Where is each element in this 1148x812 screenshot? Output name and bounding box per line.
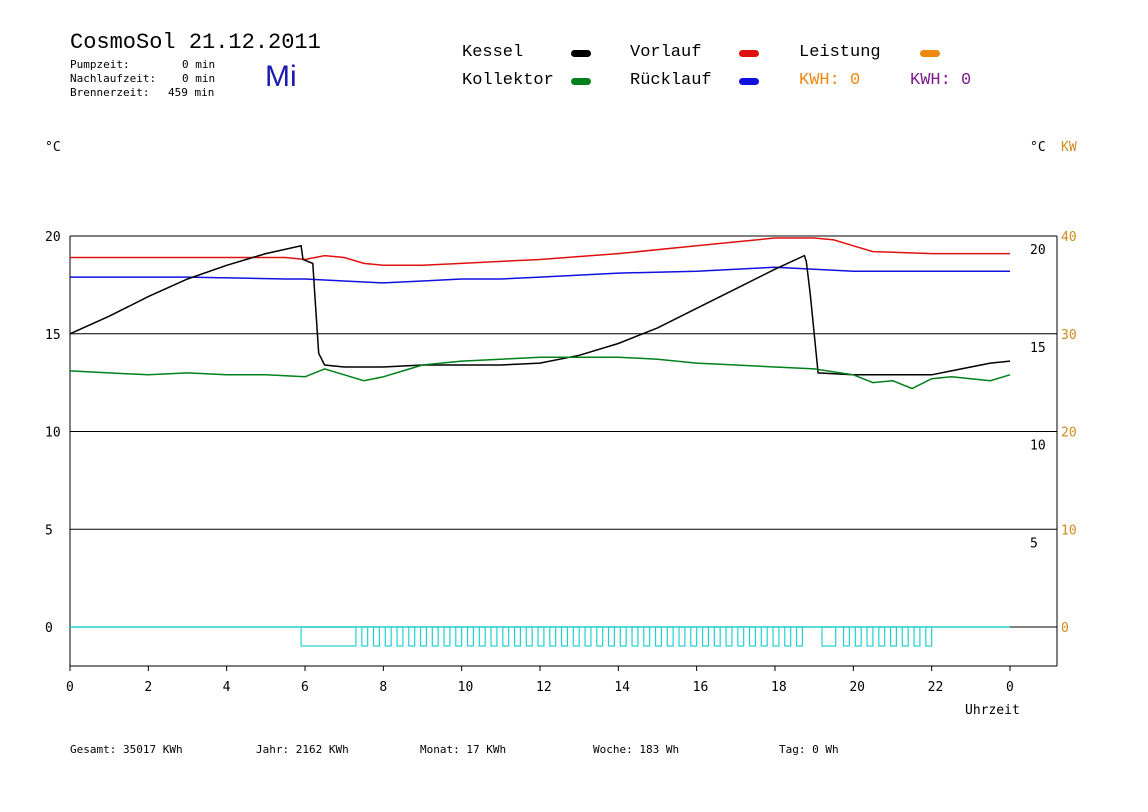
pump-segment xyxy=(431,626,439,647)
pump-segment xyxy=(572,626,580,647)
pump-segment xyxy=(866,626,874,647)
y-right-tick-label: 5 xyxy=(1030,536,1038,551)
x-tick-label: 10 xyxy=(458,680,474,695)
pump-segment xyxy=(713,626,721,647)
pump-segment xyxy=(466,626,475,647)
temperature-chart: 0 5 10 15 20 5 10 15 20 0 10 20 30 40 0 2 4 6 8 10 12 14 16 18 2… xyxy=(45,230,1077,718)
series-line-kollektor xyxy=(69,356,1011,390)
pump-segment xyxy=(443,626,451,647)
pump-segment xyxy=(584,626,592,647)
footer-gesamt: Gesamt: 35017 KWh xyxy=(70,743,183,756)
pump-segment xyxy=(478,626,486,647)
x-tick-label: 18 xyxy=(771,680,787,695)
pump-activity xyxy=(70,626,1010,647)
x-tick-label: 12 xyxy=(536,680,552,695)
pump-segment xyxy=(525,626,533,647)
y-tick-label: 0 xyxy=(45,621,53,636)
pump-segment xyxy=(842,626,851,647)
pump-segment xyxy=(737,626,745,647)
pump-segment xyxy=(502,626,510,647)
chart-grid xyxy=(69,235,1058,667)
pump-segment xyxy=(678,626,686,647)
pump-segment xyxy=(419,626,428,647)
chart-ticks: 0 5 10 15 20 5 10 15 20 0 10 20 30 40 0 2 4 6 8 10 12 14 16 18 2… xyxy=(45,230,1077,695)
series-line-kessel xyxy=(69,244,1011,376)
x-tick-label: 14 xyxy=(614,680,630,695)
x-tick-label: 20 xyxy=(849,680,865,695)
y-tick-label: 15 xyxy=(45,328,61,343)
kw-tick-label: 20 xyxy=(1061,426,1077,441)
pump-segment xyxy=(607,626,616,647)
x-axis-label: Uhrzeit xyxy=(965,703,1020,718)
footer-tag: Tag: 0 Wh xyxy=(779,743,839,756)
pump-segment xyxy=(384,626,392,647)
pump-segment xyxy=(854,626,862,647)
footer-jahr: Jahr: 2162 KWh xyxy=(256,743,349,756)
pump-segment xyxy=(619,626,627,647)
pump-segment xyxy=(690,626,698,647)
pump-segment xyxy=(760,626,768,647)
pump-segment xyxy=(748,626,757,647)
pump-segment xyxy=(455,626,463,647)
pump-segment xyxy=(537,626,545,647)
pump-segment xyxy=(666,626,674,647)
y-right-tick-label: 10 xyxy=(1030,439,1046,454)
pump-segment xyxy=(300,626,357,647)
pump-segment xyxy=(596,626,604,647)
x-tick-label: 6 xyxy=(301,680,309,695)
pump-segment xyxy=(408,626,416,647)
pump-segment xyxy=(396,626,404,647)
chart-series xyxy=(69,237,1011,390)
pump-segment xyxy=(889,626,898,647)
kw-tick-label: 30 xyxy=(1061,328,1077,343)
x-tick-label: 0 xyxy=(66,680,74,695)
kw-tick-label: 40 xyxy=(1061,230,1077,245)
pump-segment xyxy=(795,626,804,647)
series-line-rücklauf xyxy=(70,266,1010,284)
y-right-tick-label: 15 xyxy=(1030,341,1046,356)
footer-woche: Woche: 183 Wh xyxy=(593,743,680,756)
pump-segment xyxy=(701,626,710,647)
x-tick-label: 22 xyxy=(928,680,944,695)
pump-segment xyxy=(654,626,663,647)
y-tick-label: 20 xyxy=(45,230,61,245)
series-line-vorlauf xyxy=(70,237,1010,267)
y-tick-label: 5 xyxy=(45,523,53,538)
kw-tick-label: 0 xyxy=(1061,621,1069,636)
footer-monat: Monat: 17 KWh xyxy=(420,743,507,756)
x-tick-label: 0 xyxy=(1006,680,1014,695)
y-right-tick-label: 20 xyxy=(1030,243,1046,258)
pump-segment xyxy=(725,626,733,647)
pump-segment xyxy=(913,626,921,647)
pump-segment xyxy=(490,626,498,647)
pump-segment xyxy=(772,626,780,647)
pump-segment xyxy=(560,626,569,647)
pump-segment xyxy=(361,626,369,647)
x-tick-label: 8 xyxy=(379,680,387,695)
pump-segment xyxy=(878,626,886,647)
y-tick-label: 10 xyxy=(45,426,61,441)
x-tick-label: 16 xyxy=(693,680,709,695)
x-tick-label: 4 xyxy=(223,680,231,695)
pump-segment xyxy=(631,626,639,647)
pump-segment xyxy=(643,626,651,647)
x-tick-label: 2 xyxy=(144,680,152,695)
pump-segment xyxy=(901,626,909,647)
kw-tick-label: 10 xyxy=(1061,523,1077,538)
pump-segment xyxy=(925,626,933,647)
pump-segment xyxy=(513,626,522,647)
pump-segment xyxy=(821,626,837,647)
pump-segment xyxy=(784,626,792,647)
pump-segment xyxy=(549,626,557,647)
pump-segment xyxy=(372,626,381,647)
